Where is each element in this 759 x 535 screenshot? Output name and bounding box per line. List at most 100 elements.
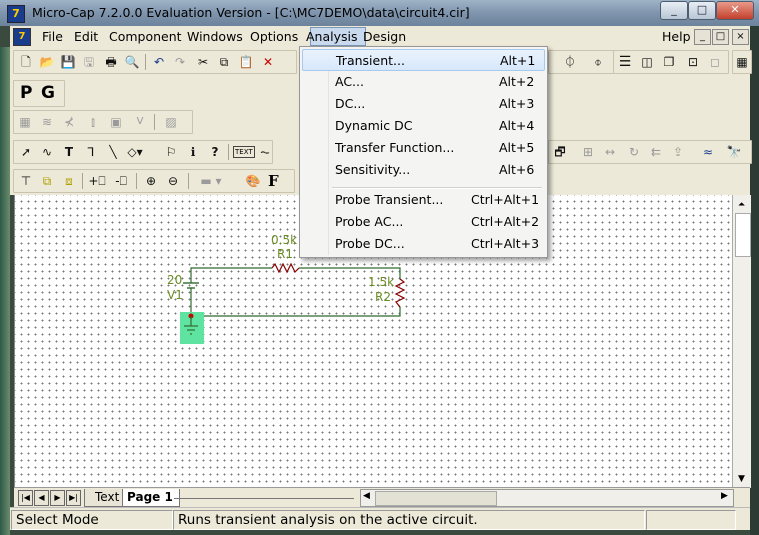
new-file-icon[interactable]: 🗋 xyxy=(17,54,35,70)
close-button[interactable]: ✕ xyxy=(716,1,754,20)
grid-component-icon[interactable]: ▦ xyxy=(16,114,34,130)
resistor-component-icon[interactable]: ≋ xyxy=(38,114,56,130)
menu-file[interactable]: File xyxy=(42,29,63,44)
split-window-icon[interactable]: ⊡ xyxy=(684,54,702,70)
properties-icon[interactable]: 🗗 xyxy=(551,144,569,160)
mirror-icon[interactable]: ⇇ xyxy=(647,144,665,160)
prev-page-icon[interactable]: ◀ xyxy=(34,490,49,506)
menu-design[interactable]: Design xyxy=(363,29,406,44)
ic-component-icon[interactable]: ▣ xyxy=(107,114,125,130)
color-dropdown-icon[interactable]: ▬ ▾ xyxy=(196,173,226,189)
wave-icon[interactable]: ∿ xyxy=(38,144,56,160)
menu-component[interactable]: Component xyxy=(109,29,182,44)
next-page-icon[interactable]: ▶ xyxy=(50,490,65,506)
horizontal-scrollbar[interactable]: ◀ ▶ xyxy=(360,489,734,507)
app-icon[interactable]: 7 xyxy=(7,5,25,23)
save-as-icon[interactable]: 🖫 xyxy=(80,54,98,70)
zoom-in-icon[interactable]: ⊕ xyxy=(142,173,160,189)
menu-windows[interactable]: Windows xyxy=(187,29,243,44)
mdi-close-button[interactable]: × xyxy=(732,29,749,45)
zoom-out-icon[interactable]: ⊖ xyxy=(164,173,182,189)
r1-value-label[interactable]: 0.5k xyxy=(271,233,297,247)
signal-icon[interactable]: ≈ xyxy=(699,144,717,160)
menu-options[interactable]: Options xyxy=(250,29,298,44)
r2-value-label[interactable]: 1.5k xyxy=(368,275,394,289)
info-icon[interactable]: ℹ xyxy=(184,144,202,160)
step-icon[interactable]: ⇪ xyxy=(669,144,687,160)
tile-horizontal-icon[interactable]: ☰ xyxy=(616,54,634,70)
menu-item-probe-ac[interactable]: Probe AC... Ctrl+Alt+2 xyxy=(302,211,545,233)
tab-page-1[interactable]: Page 1 xyxy=(122,489,180,507)
flip-icon[interactable]: ↔ xyxy=(601,144,619,160)
menu-edit[interactable]: Edit xyxy=(74,29,98,44)
menu-item-transfer-function[interactable]: Transfer Function... Alt+5 xyxy=(302,137,545,159)
v1-ref-label[interactable]: V1 xyxy=(167,288,183,302)
add-page-icon[interactable]: +⎕ xyxy=(88,173,106,189)
battery-component-icon[interactable]: ⫾ xyxy=(84,114,102,130)
r1-ref-label[interactable]: R1 xyxy=(277,247,293,261)
r2-ref-label[interactable]: R2 xyxy=(375,290,391,304)
mdi-minimize-button[interactable]: _ xyxy=(694,29,711,45)
last-page-icon[interactable]: ▶| xyxy=(66,490,81,506)
text-box-tool[interactable]: TEXT xyxy=(233,146,255,158)
cut-icon[interactable]: ✂ xyxy=(194,54,212,70)
menu-item-sensitivity[interactable]: Sensitivity... Alt+6 xyxy=(302,159,545,181)
hscroll-thumb[interactable] xyxy=(375,491,497,506)
undo-icon[interactable]: ↶ xyxy=(150,54,168,70)
document-icon[interactable]: 7 xyxy=(13,28,31,46)
minimize-button[interactable]: _ xyxy=(660,1,688,20)
palette-icon[interactable]: 🎨 xyxy=(244,173,262,189)
flag-icon[interactable]: ⚐ xyxy=(162,144,180,160)
shape-dropdown-icon[interactable]: ◇▾ xyxy=(126,144,144,160)
scroll-thumb[interactable] xyxy=(735,213,751,257)
scroll-down-icon[interactable]: ▼ xyxy=(735,473,748,485)
vertical-scrollbar[interactable]: ⏶ ▼ xyxy=(732,195,751,488)
zoom-window-icon[interactable]: ◻ xyxy=(706,54,724,70)
rotate-icon[interactable]: ↻ xyxy=(625,144,643,160)
scroll-right-icon[interactable]: ▶ xyxy=(721,491,728,501)
find-icon[interactable]: 🔭 xyxy=(725,144,743,160)
paste-icon[interactable]: 📋 xyxy=(237,54,255,70)
font-tool[interactable]: F xyxy=(268,172,279,190)
diagonal-wire-icon[interactable]: ╲ xyxy=(104,144,122,160)
tile-vertical-icon[interactable]: ◫ xyxy=(638,54,656,70)
parts-toggle[interactable]: P xyxy=(20,83,32,103)
grid-toggle[interactable]: G xyxy=(41,83,55,103)
v1-value-label[interactable]: 20 xyxy=(167,273,182,287)
node-icon[interactable]: ⏀ xyxy=(561,54,579,70)
macro-component-icon[interactable]: ▨ xyxy=(162,114,180,130)
menu-item-ac[interactable]: AC... Alt+2 xyxy=(302,71,545,93)
redo-icon[interactable]: ↷ xyxy=(171,54,189,70)
print-preview-icon[interactable]: 🔍 xyxy=(123,54,141,70)
help-cursor-icon[interactable]: ? xyxy=(206,144,224,160)
remove-page-icon[interactable]: -⎕ xyxy=(112,173,130,189)
attribute-text-icon[interactable]: ⊤ xyxy=(17,173,35,189)
first-page-icon[interactable]: |◀ xyxy=(18,490,33,506)
align-icon[interactable]: ⊞ xyxy=(579,144,597,160)
text-tool-icon[interactable]: T xyxy=(60,144,78,160)
tab-text[interactable]: Text xyxy=(84,489,125,507)
vsource-component-icon[interactable]: V xyxy=(131,114,149,130)
bring-front-icon[interactable]: ⧉ xyxy=(38,173,56,189)
maximize-button[interactable]: □ xyxy=(688,1,716,20)
pin-icon[interactable]: ⌽ xyxy=(589,54,607,70)
cascade-icon[interactable]: ❐ xyxy=(660,54,678,70)
delete-icon[interactable]: ✕ xyxy=(259,54,277,70)
waveform-icon[interactable]: ⏦ xyxy=(256,144,274,160)
menu-item-transient[interactable]: Transient... Alt+1 xyxy=(302,49,545,71)
menu-item-dc[interactable]: DC... Alt+3 xyxy=(302,93,545,115)
scroll-left-icon[interactable]: ◀ xyxy=(363,491,370,501)
select-arrow-icon[interactable]: ➚ xyxy=(17,144,35,160)
save-icon[interactable]: 💾 xyxy=(59,54,77,70)
menu-analysis[interactable]: Analysis xyxy=(306,29,358,44)
scroll-top-icon[interactable]: ⏶ xyxy=(735,198,748,212)
mdi-restore-button[interactable]: □ xyxy=(712,29,729,45)
transistor-component-icon[interactable]: ⊀ xyxy=(60,114,78,130)
menu-help[interactable]: Help xyxy=(662,29,691,44)
menu-item-probe-transient[interactable]: Probe Transient... Ctrl+Alt+1 xyxy=(302,189,545,211)
copy-icon[interactable]: ⧉ xyxy=(215,54,233,70)
open-folder-icon[interactable]: 📂 xyxy=(38,54,56,70)
menu-item-probe-dc[interactable]: Probe DC... Ctrl+Alt+3 xyxy=(302,233,545,255)
wire-icon[interactable]: ⅂ xyxy=(82,144,100,160)
menu-item-dynamic-dc[interactable]: Dynamic DC Alt+4 xyxy=(302,115,545,137)
